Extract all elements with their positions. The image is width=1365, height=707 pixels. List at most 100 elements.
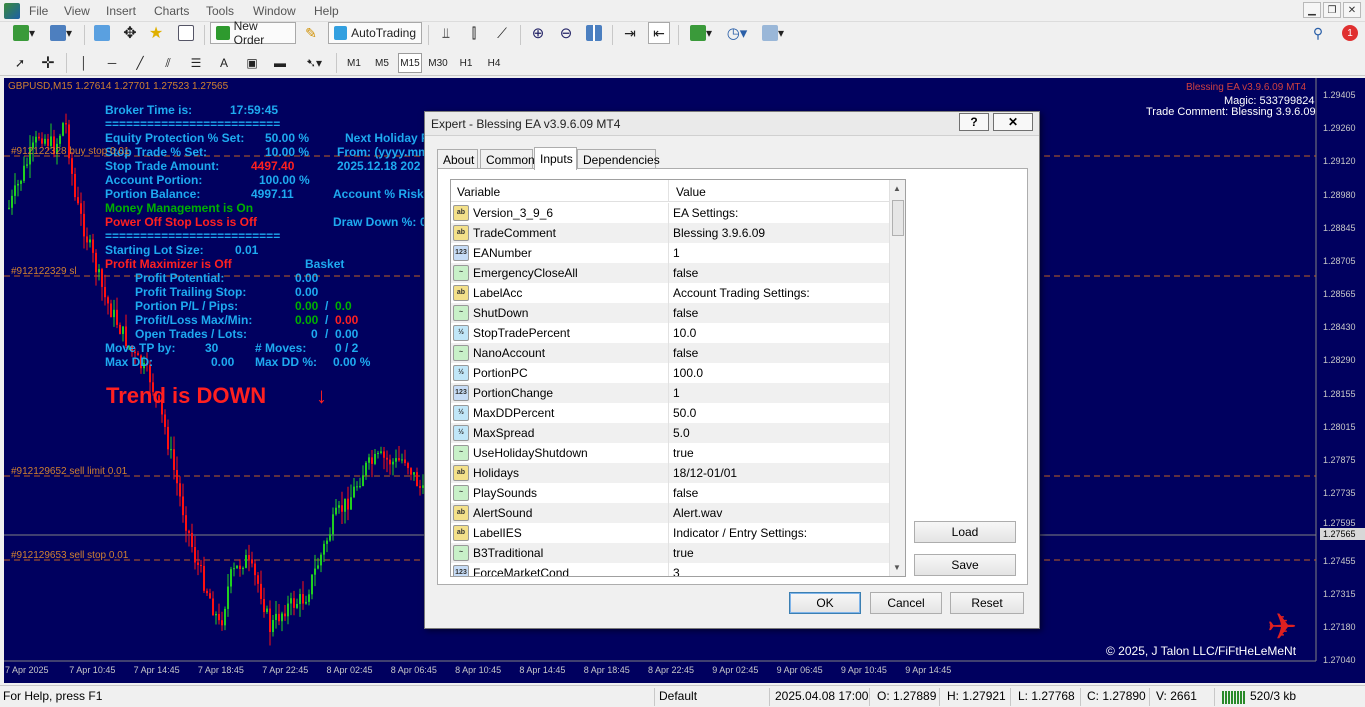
variable-value[interactable]: Account Trading Settings:	[673, 286, 810, 300]
variable-value[interactable]: false	[673, 306, 698, 320]
new-order-button[interactable]: New Order	[210, 19, 296, 47]
channel-button[interactable]: ⫽	[158, 52, 178, 74]
variable-value[interactable]: 10.0	[673, 326, 696, 340]
arrows-button[interactable]: ➷▾	[300, 52, 328, 74]
order-line-label[interactable]: #912129653 sell stop 0.01	[11, 550, 128, 561]
vertical-line-button[interactable]: │	[74, 52, 94, 74]
scroll-thumb[interactable]	[892, 200, 904, 236]
close-window-icon[interactable]: ✕	[1343, 2, 1361, 18]
cursor-button[interactable]: ➚	[10, 52, 30, 74]
menu-file[interactable]: File	[29, 4, 48, 18]
indicators-button[interactable]: ▾	[686, 22, 716, 44]
chart-shift-button[interactable]: ⇥	[620, 22, 640, 44]
tab-common[interactable]: Common	[480, 149, 535, 169]
tf-m30[interactable]: M30	[426, 53, 450, 73]
column-header-variable[interactable]: Variable	[457, 185, 500, 199]
line-chart-button[interactable]: ⟋	[492, 22, 512, 44]
vertical-scrollbar[interactable]: ▲ ▼	[889, 180, 905, 576]
table-row[interactable]: ~ EmergencyCloseAll false	[451, 263, 889, 283]
zoom-in-button[interactable]: ⊕	[528, 22, 548, 44]
variable-value[interactable]: 18/12-01/01	[673, 466, 737, 480]
bar-chart-button[interactable]: ⫫	[436, 22, 456, 44]
variable-value[interactable]: false	[673, 346, 698, 360]
variable-value[interactable]: EA Settings:	[673, 206, 738, 220]
crosshair-button[interactable]: ✛	[38, 52, 58, 74]
navigator-button[interactable]: ✥	[120, 22, 140, 44]
table-row[interactable]: ~ NanoAccount false	[451, 343, 889, 363]
table-row[interactable]: ab LabelIES Indicator / Entry Settings:	[451, 523, 889, 543]
rectangle-button[interactable]: ▬	[270, 52, 290, 74]
dialog-titlebar[interactable]: Expert - Blessing EA v3.9.6.09 MT4 ? ✕	[425, 112, 1039, 136]
variable-value[interactable]: Alert.wav	[673, 506, 722, 520]
order-line-label[interactable]: #912122328 buy stop 0.01	[11, 146, 129, 157]
variable-value[interactable]: false	[673, 266, 698, 280]
scroll-up-icon[interactable]: ▲	[893, 184, 901, 193]
dialog-close-button[interactable]: ✕	[993, 113, 1033, 131]
search-button[interactable]: ⚲	[1308, 22, 1328, 44]
tf-m15[interactable]: M15	[398, 53, 422, 73]
profiles-button[interactable]: ▾	[46, 22, 76, 44]
ok-button[interactable]: OK	[789, 592, 861, 614]
menu-tools[interactable]: Tools	[206, 4, 234, 18]
table-row[interactable]: ~ UseHolidayShutdown true	[451, 443, 889, 463]
table-row[interactable]: ½ MaxSpread 5.0	[451, 423, 889, 443]
table-row[interactable]: ~ B3Traditional true	[451, 543, 889, 563]
menu-help[interactable]: Help	[314, 4, 339, 18]
variable-value[interactable]: Indicator / Entry Settings:	[673, 526, 807, 540]
variable-value[interactable]: 100.0	[673, 366, 703, 380]
tf-m1[interactable]: M1	[342, 53, 366, 73]
table-row[interactable]: ½ PortionPC 100.0	[451, 363, 889, 383]
table-row[interactable]: ab AlertSound Alert.wav	[451, 503, 889, 523]
variable-value[interactable]: false	[673, 486, 698, 500]
tab-about[interactable]: About	[437, 149, 478, 169]
terminal-button[interactable]	[176, 22, 196, 44]
market-watch-button[interactable]	[92, 22, 112, 44]
menu-charts[interactable]: Charts	[154, 4, 189, 18]
autotrading-button[interactable]: AutoTrading	[328, 22, 422, 44]
table-row[interactable]: ½ MaxDDPercent 50.0	[451, 403, 889, 423]
order-line-label[interactable]: #912129652 sell limit 0.01	[11, 466, 127, 477]
variable-value[interactable]: 1	[673, 246, 680, 260]
save-button[interactable]: Save	[914, 554, 1016, 576]
tab-dependencies[interactable]: Dependencies	[577, 149, 660, 169]
favorites-button[interactable]: ★	[146, 22, 166, 44]
table-row[interactable]: ab Holidays 18/12-01/01	[451, 463, 889, 483]
text-label-button[interactable]: ▣	[242, 52, 262, 74]
order-line-label[interactable]: #912122329 sl	[11, 266, 77, 277]
menu-insert[interactable]: Insert	[106, 4, 136, 18]
load-button[interactable]: Load	[914, 521, 1016, 543]
scroll-down-icon[interactable]: ▼	[893, 563, 901, 572]
notifications-button[interactable]: 1	[1338, 22, 1362, 44]
reset-button[interactable]: Reset	[950, 592, 1024, 614]
table-row[interactable]: ab TradeComment Blessing 3.9.6.09	[451, 223, 889, 243]
fibonacci-button[interactable]: ☰	[186, 52, 206, 74]
tf-m5[interactable]: M5	[370, 53, 394, 73]
table-row[interactable]: ab Version_3_9_6 EA Settings:	[451, 203, 889, 223]
tf-h4[interactable]: H4	[482, 53, 506, 73]
autoscroll-button[interactable]: ⇤	[648, 22, 670, 44]
candle-chart-button[interactable]: ⫿	[464, 22, 484, 44]
tile-windows-button[interactable]	[584, 22, 604, 44]
table-row[interactable]: ~ PlaySounds false	[451, 483, 889, 503]
horizontal-line-button[interactable]: ─	[102, 52, 122, 74]
meta-editor-button[interactable]: ✎	[300, 22, 322, 44]
templates-button[interactable]: ▾	[758, 22, 788, 44]
text-button[interactable]: A	[214, 52, 234, 74]
periods-button[interactable]: ◷ ▾	[722, 22, 752, 44]
table-row[interactable]: ab LabelAcc Account Trading Settings:	[451, 283, 889, 303]
variable-value[interactable]: 50.0	[673, 406, 696, 420]
table-row[interactable]: 123 ForceMarketCond 3	[451, 563, 889, 576]
table-row[interactable]: ½ StopTradePercent 10.0	[451, 323, 889, 343]
zoom-out-button[interactable]: ⊖	[556, 22, 576, 44]
table-row[interactable]: ~ ShutDown false	[451, 303, 889, 323]
minimize-icon[interactable]: ▁	[1303, 2, 1321, 18]
table-row[interactable]: 123 EANumber 1	[451, 243, 889, 263]
menu-view[interactable]: View	[64, 4, 90, 18]
cancel-button[interactable]: Cancel	[870, 592, 942, 614]
variable-value[interactable]: true	[673, 446, 694, 460]
tf-h1[interactable]: H1	[454, 53, 478, 73]
variable-value[interactable]: 5.0	[673, 426, 690, 440]
column-header-value[interactable]: Value	[676, 185, 706, 199]
new-chart-button[interactable]: ▾	[8, 22, 40, 44]
variable-value[interactable]: 3	[673, 566, 680, 576]
